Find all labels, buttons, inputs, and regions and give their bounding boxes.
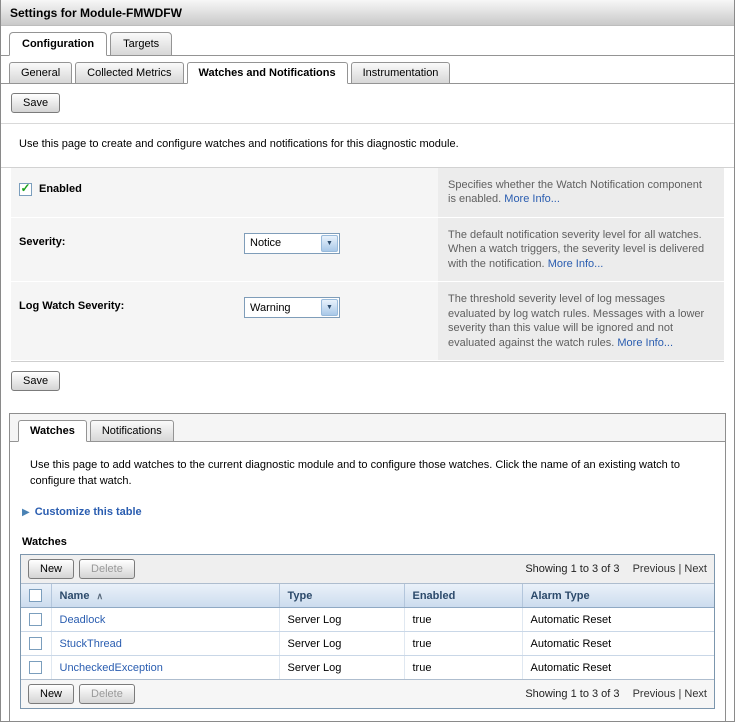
paging-previous-link[interactable]: Previous xyxy=(633,563,676,575)
enabled-help-text: Specifies whether the Watch Notification… xyxy=(448,179,702,206)
delete-button-top[interactable]: Delete xyxy=(79,559,135,579)
table-row: StuckThread Server Log true Automatic Re… xyxy=(21,632,714,656)
watch-enabled: true xyxy=(413,638,432,650)
paging-bottom: Showing 1 to 3 of 3 Previous | Next xyxy=(525,688,707,700)
watch-type: Server Log xyxy=(288,614,342,626)
severity-select[interactable]: Notice ▼ xyxy=(244,233,340,254)
watch-alarm-type: Automatic Reset xyxy=(531,638,612,650)
enabled-label: Enabled xyxy=(39,183,82,195)
checkbox-check-icon: ✓ xyxy=(20,182,30,194)
watch-type: Server Log xyxy=(288,638,342,650)
primary-tab-bar: Configuration Targets xyxy=(1,26,734,56)
log-watch-severity-select[interactable]: Warning ▼ xyxy=(244,297,340,318)
intro-text: Use this page to create and configure wa… xyxy=(19,138,459,150)
row-checkbox[interactable] xyxy=(29,637,42,650)
form-row-enabled: ✓ Enabled Specifies whether the Watch No… xyxy=(11,168,724,218)
log-watch-severity-help: The threshold severity level of log mess… xyxy=(438,282,724,360)
tab-targets[interactable]: Targets xyxy=(110,32,172,56)
delete-button-bottom[interactable]: Delete xyxy=(79,684,135,704)
paging-separator: | xyxy=(678,563,681,575)
paging-showing-text: Showing 1 to 3 of 3 xyxy=(525,688,619,700)
tab-general[interactable]: General xyxy=(9,62,72,84)
paging-top: Showing 1 to 3 of 3 Previous | Next xyxy=(525,563,707,575)
table-row: Deadlock Server Log true Automatic Reset xyxy=(21,608,714,632)
tab-targets-label: Targets xyxy=(123,38,159,50)
watches-table-toolbar-bottom: New Delete Showing 1 to 3 of 3 Previous … xyxy=(21,679,714,708)
dropdown-arrow-icon: ▼ xyxy=(321,235,338,252)
tab-instrumentation-label: Instrumentation xyxy=(363,67,439,79)
save-button-top[interactable]: Save xyxy=(11,93,60,113)
settings-form: ✓ Enabled Specifies whether the Watch No… xyxy=(11,168,724,363)
column-header-enabled[interactable]: Enabled xyxy=(413,590,456,602)
tab-watches-and-notifications[interactable]: Watches and Notifications xyxy=(187,62,348,84)
severity-label: Severity: xyxy=(19,233,244,248)
severity-help: The default notification severity level … xyxy=(438,218,724,282)
watches-table-toolbar-top: New Delete Showing 1 to 3 of 3 Previous … xyxy=(21,555,714,584)
tab-configuration-label: Configuration xyxy=(22,38,94,50)
enabled-checkbox[interactable]: ✓ xyxy=(19,183,32,196)
form-row-severity: Severity: Notice ▼ The default notificat… xyxy=(11,218,724,283)
table-row: UncheckedException Server Log true Autom… xyxy=(21,656,714,680)
watch-alarm-type: Automatic Reset xyxy=(531,662,612,674)
sort-ascending-icon[interactable]: ∧ xyxy=(97,591,104,601)
tab-general-label: General xyxy=(21,67,60,79)
watch-type: Server Log xyxy=(288,662,342,674)
customize-this-table-link[interactable]: Customize this table xyxy=(35,506,142,518)
secondary-tab-bar: General Collected Metrics Watches and No… xyxy=(1,56,734,84)
page-title: Settings for Module-FMWDFW xyxy=(10,6,182,20)
severity-select-value: Notice xyxy=(250,237,281,249)
tab-collected-metrics[interactable]: Collected Metrics xyxy=(75,62,183,84)
paging-previous-link[interactable]: Previous xyxy=(633,688,676,700)
watch-enabled: true xyxy=(413,614,432,626)
tab-watches-and-notifications-label: Watches and Notifications xyxy=(199,67,336,79)
watch-name-link[interactable]: Deadlock xyxy=(60,614,106,626)
save-button-bottom[interactable]: Save xyxy=(11,371,60,391)
tab-instrumentation[interactable]: Instrumentation xyxy=(351,62,451,84)
new-button-top[interactable]: New xyxy=(28,559,74,579)
paging-showing-text: Showing 1 to 3 of 3 xyxy=(525,563,619,575)
watch-name-link[interactable]: StuckThread xyxy=(60,638,122,650)
row-checkbox[interactable] xyxy=(29,613,42,626)
column-header-alarm-type[interactable]: Alarm Type xyxy=(531,590,590,602)
tab-watches[interactable]: Watches xyxy=(18,420,87,442)
table-header-row: Name ∧ Type Enabled Alarm Type xyxy=(21,584,714,608)
watches-table: Name ∧ Type Enabled Alarm Type Deadlock … xyxy=(21,584,714,679)
enabled-more-info-link[interactable]: More Info... xyxy=(504,193,560,205)
tab-collected-metrics-label: Collected Metrics xyxy=(87,67,171,79)
watches-panel: Watches Notifications Use this page to a… xyxy=(9,413,726,722)
severity-more-info-link[interactable]: More Info... xyxy=(548,258,604,270)
settings-page: Settings for Module-FMWDFW Configuration… xyxy=(0,0,735,722)
watches-description: Use this page to add watches to the curr… xyxy=(10,442,710,489)
watch-name-link[interactable]: UncheckedException xyxy=(60,662,163,674)
tab-notifications-label: Notifications xyxy=(102,425,162,437)
tab-configuration[interactable]: Configuration xyxy=(9,32,107,56)
tab-notifications[interactable]: Notifications xyxy=(90,420,174,442)
log-watch-severity-label: Log Watch Severity: xyxy=(19,297,244,312)
paging-next-link[interactable]: Next xyxy=(684,563,707,575)
customize-table-row: ▶ Customize this table xyxy=(22,506,725,518)
column-header-type[interactable]: Type xyxy=(288,590,313,602)
form-row-log-watch-severity: Log Watch Severity: Warning ▼ The thresh… xyxy=(11,282,724,361)
column-header-name[interactable]: Name xyxy=(60,590,90,602)
watch-enabled: true xyxy=(413,662,432,674)
watch-panel-tab-bar: Watches Notifications xyxy=(10,414,725,442)
tab-watches-label: Watches xyxy=(30,425,75,437)
watches-table-container: New Delete Showing 1 to 3 of 3 Previous … xyxy=(20,554,715,709)
dropdown-arrow-icon: ▼ xyxy=(321,299,338,316)
row-checkbox[interactable] xyxy=(29,661,42,674)
watch-alarm-type: Automatic Reset xyxy=(531,614,612,626)
paging-next-link[interactable]: Next xyxy=(684,688,707,700)
enabled-help: Specifies whether the Watch Notification… xyxy=(438,168,724,217)
log-watch-severity-select-value: Warning xyxy=(250,302,291,314)
page-title-bar: Settings for Module-FMWDFW xyxy=(1,0,734,26)
customize-expand-icon[interactable]: ▶ xyxy=(22,507,30,518)
paging-separator: | xyxy=(678,688,681,700)
new-button-bottom[interactable]: New xyxy=(28,684,74,704)
select-all-checkbox[interactable] xyxy=(29,589,42,602)
watches-table-title: Watches xyxy=(22,536,725,548)
log-watch-severity-more-info-link[interactable]: More Info... xyxy=(617,337,673,349)
